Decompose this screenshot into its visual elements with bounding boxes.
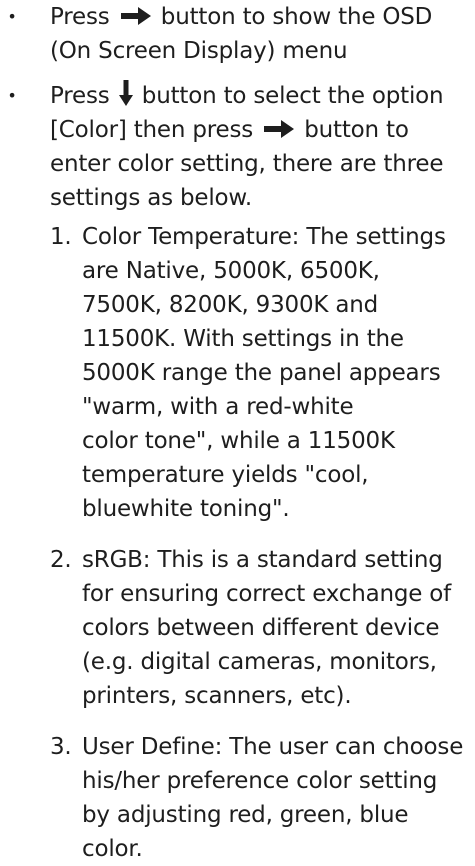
text-line: color tone", while a 11500K — [82, 428, 395, 454]
text-line: printers, scanners, etc). — [82, 683, 352, 709]
text-line: User Define: The user can choose — [82, 734, 464, 760]
press-label: Press — [50, 4, 110, 30]
text-line: enter color setting, there are three — [50, 151, 444, 177]
text-line: (On Screen Display) menu — [50, 38, 348, 64]
list-number: 3. — [50, 734, 72, 760]
text-line: by adjusting red, green, blue — [82, 802, 409, 828]
text-line: (e.g. digital cameras, monitors, — [82, 649, 437, 675]
bullet-item-color-setting: • Press button to select the option [Col… — [0, 79, 475, 866]
list-number: 1. — [50, 224, 72, 250]
text-line: are Native, 5000K, 6500K, — [82, 258, 380, 284]
setting-user-define: 3. User Define: The user can choose his/… — [50, 730, 467, 866]
text-line: Color Temperature: The settings — [82, 224, 446, 250]
text-line: 7500K, 8200K, 9300K and — [82, 292, 379, 318]
down-arrow-icon — [118, 80, 133, 106]
setting-color-temperature: 1. Color Temperature: The settings are N… — [50, 220, 467, 526]
text-line: temperature yields "cool, — [82, 462, 369, 488]
right-arrow-icon — [264, 120, 295, 138]
text-line: settings as below. — [50, 185, 253, 211]
instruction-text: button to select the option — [141, 83, 444, 109]
text-line: for ensuring correct exchange of — [82, 581, 452, 607]
text-line: his/her preference color setting — [82, 768, 438, 794]
text-line: sRGB: This is a standard setting — [82, 547, 443, 573]
instruction-text: [Color] then press — [50, 117, 254, 143]
text-line: color. — [82, 836, 143, 862]
list-number: 2. — [50, 547, 72, 573]
instruction-text: button to show the OSD — [160, 4, 433, 30]
bullet-marker: • — [7, 7, 17, 26]
text-line: Press button to select the option — [50, 79, 467, 113]
text-line: 11500K. With settings in the — [82, 326, 404, 352]
text-line: colors between different device — [82, 615, 440, 641]
right-arrow-icon — [120, 7, 151, 25]
bullet-item-show-osd: • Press button to show the OSD (On Scree… — [0, 0, 475, 68]
setting-srgb: 2. sRGB: This is a standard setting for … — [50, 543, 467, 713]
instruction-text: button to — [304, 117, 409, 143]
settings-list: 1. Color Temperature: The settings are N… — [50, 220, 467, 866]
text-line: [Color] then press button to — [50, 113, 467, 147]
instruction-document: • Press button to show the OSD (On Scree… — [0, 0, 475, 866]
press-label: Press — [50, 83, 110, 109]
text-line: Press button to show the OSD — [50, 0, 467, 34]
text-line: bluewhite toning". — [82, 496, 290, 522]
text-line: 5000K range the panel appears — [82, 360, 441, 386]
bullet-marker: • — [7, 86, 17, 105]
text-line: "warm, with a red-white — [82, 394, 354, 420]
